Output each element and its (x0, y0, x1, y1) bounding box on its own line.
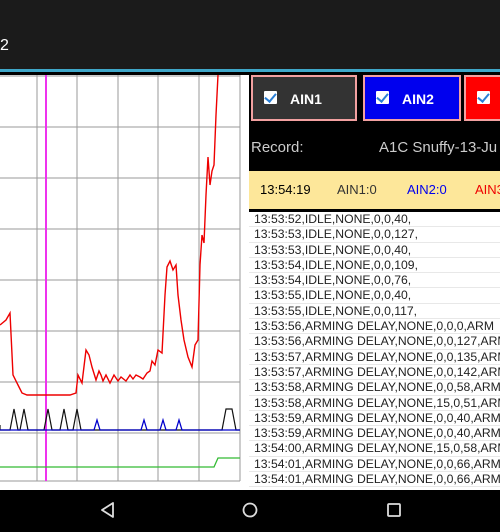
recents-square-icon[interactable] (384, 500, 404, 520)
status-bar: 13:54:19 AIN1:0 AIN2:0 AIN3 (249, 171, 500, 209)
log-line: 13:53:56,ARMING DELAY,NONE,0,0,0,ARM (249, 319, 500, 335)
log-line: 13:53:57,ARMING DELAY,NONE,0,0,135,ARM (249, 350, 500, 365)
status-ain3: AIN3 (475, 182, 500, 197)
log-line: 13:54:01,ARMING DELAY,NONE,0,0,66,ARM (249, 472, 500, 488)
log-line: 13:53:53,IDLE,NONE,0,0,127, (249, 227, 500, 243)
checkbox-icon[interactable] (477, 91, 490, 104)
checkbox-icon[interactable] (264, 91, 277, 104)
status-ain2: AIN2:0 (407, 182, 447, 197)
series-ain1-black (0, 408, 240, 431)
ain2-label: AIN2 (402, 91, 434, 107)
chart-grid (0, 75, 241, 482)
back-triangle-icon[interactable] (98, 500, 118, 520)
record-row: Record: A1C Snuffy-13-Ju (249, 129, 500, 169)
log-line: 13:53:53,IDLE,NONE,0,0,40, (249, 243, 500, 258)
sensor-chart[interactable] (0, 75, 249, 490)
log-line: 13:53:58,ARMING DELAY,NONE,15,0,51,ARM (249, 396, 500, 411)
system-nav-bar (0, 490, 500, 532)
log-line: 13:53:57,ARMING DELAY,NONE,0,0,142,ARM (249, 365, 500, 381)
checkbox-icon[interactable] (376, 91, 389, 104)
log-line: 13:53:59,ARMING DELAY,NONE,0,0,40,ARM (249, 426, 500, 442)
log-line: 13:53:54,IDLE,NONE,0,0,109, (249, 258, 500, 274)
log-line: 13:53:58,ARMING DELAY,NONE,0,0,58,ARM (249, 380, 500, 396)
series-green (0, 457, 240, 468)
series-ain3-red (0, 75, 219, 396)
ain1-label: AIN1 (290, 91, 322, 107)
log-line: 13:53:55,IDLE,NONE,0,0,117, (249, 304, 500, 320)
ain1-toggle-button[interactable]: AIN1 (251, 75, 357, 121)
log-line: 13:53:55,IDLE,NONE,0,0,40, (249, 288, 500, 304)
event-log[interactable]: 13:53:52,IDLE,NONE,0,0,40, 13:53:53,IDLE,… (249, 212, 500, 490)
status-time: 13:54:19 (260, 182, 311, 197)
status-ain1: AIN1:0 (337, 182, 377, 197)
log-line: 13:53:52,IDLE,NONE,0,0,40, (249, 212, 500, 228)
right-panel: AIN1 AIN2 A Record: A1C Snuffy-13-Ju 13:… (249, 75, 500, 490)
chart-canvas (0, 75, 241, 482)
app-bar: 2 (0, 0, 500, 72)
record-label: Record: (251, 139, 304, 156)
log-line: 13:53:54,IDLE,NONE,0,0,76, (249, 273, 500, 289)
record-name[interactable]: A1C Snuffy-13-Ju (379, 139, 497, 156)
log-line: 13:53:59,ARMING DELAY,NONE,0,0,40,ARM (249, 411, 500, 427)
app-title: 2 (0, 37, 9, 54)
log-line: 13:54:00,ARMING DELAY,NONE,15,0,58,ARM (249, 441, 500, 457)
log-line: 13:53:56,ARMING DELAY,NONE,0,0,127,ARM (249, 334, 500, 350)
ain2-toggle-button[interactable]: AIN2 (363, 75, 461, 121)
ain3-toggle-button[interactable]: A (464, 75, 500, 121)
home-circle-icon[interactable] (240, 500, 260, 520)
log-line: 13:54:01,ARMING DELAY,NONE,0,0,66,ARM (249, 457, 500, 473)
series-ain2-blue (0, 417, 240, 431)
